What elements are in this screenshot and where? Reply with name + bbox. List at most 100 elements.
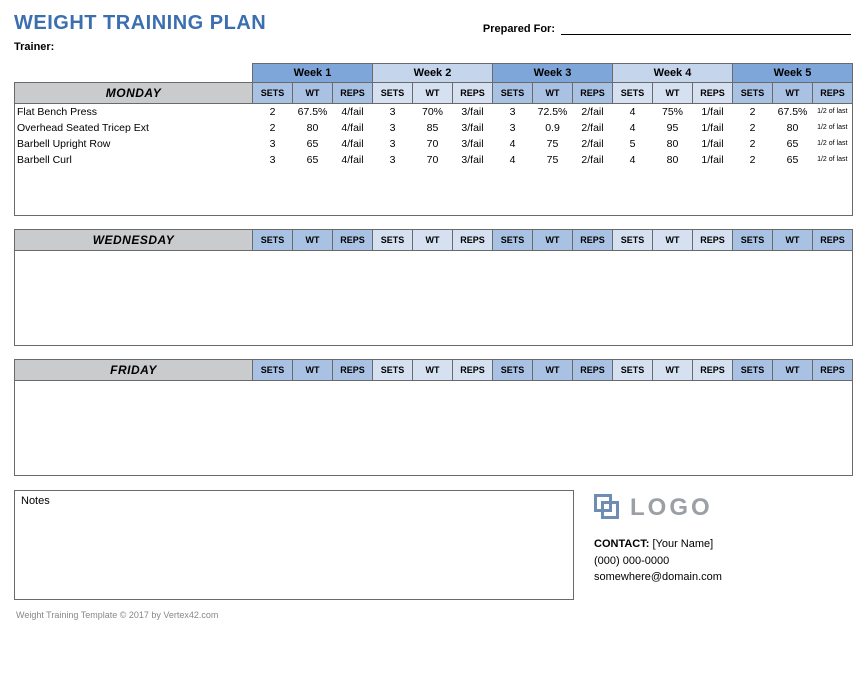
reps-cell: 3/fail — [453, 152, 493, 168]
reps-cell: 3/fail — [453, 136, 493, 152]
logo: LOGO — [594, 494, 722, 522]
monday-header-row: MONDAY SETSWTREPS SETSWTREPS SETSWTREPS … — [15, 83, 853, 104]
reps-cell: 3/fail — [453, 104, 493, 120]
sets-cell: 3 — [373, 120, 413, 136]
wt-cell: 80 — [653, 136, 693, 152]
wt-cell: 67.5% — [773, 104, 813, 120]
sets-cell: 2 — [733, 152, 773, 168]
reps-cell: 1/2 of last — [813, 120, 853, 136]
table-row — [15, 168, 853, 184]
wt-cell — [653, 184, 693, 200]
week-3-header: Week 3 — [493, 64, 613, 83]
contact-block: CONTACT: [Your Name] (000) 000-0000 some… — [594, 536, 722, 586]
wednesday-body — [15, 251, 853, 346]
table-row — [15, 200, 853, 216]
sets-cell — [373, 184, 413, 200]
week-1-header: Week 1 — [253, 64, 373, 83]
wt-cell — [653, 168, 693, 184]
page-title: WEIGHT TRAINING PLAN — [14, 12, 266, 35]
reps-cell — [573, 168, 613, 184]
reps-cell — [333, 168, 373, 184]
reps-cell — [813, 184, 853, 200]
sets-cell: 4 — [613, 152, 653, 168]
exercise-name — [15, 168, 253, 184]
wt-cell: 0.9 — [533, 120, 573, 136]
reps-cell: 1/fail — [693, 104, 733, 120]
table-row — [15, 184, 853, 200]
reps-cell: 1/2 of last — [813, 104, 853, 120]
monday-body: Flat Bench Press267.5%4/fail370%3/fail37… — [15, 104, 853, 216]
wt-cell — [293, 184, 333, 200]
contact-phone: (000) 000-0000 — [594, 553, 722, 570]
wt-cell — [413, 184, 453, 200]
wt-cell — [773, 184, 813, 200]
wt-cell: 67.5% — [293, 104, 333, 120]
sets-cell — [613, 184, 653, 200]
exercise-name: Barbell Upright Row — [15, 136, 253, 152]
sets-cell — [613, 200, 653, 216]
table-row: Barbell Upright Row3654/fail3703/fail475… — [15, 136, 853, 152]
week-4-header: Week 4 — [613, 64, 733, 83]
exercise-name: Flat Bench Press — [15, 104, 253, 120]
wt-cell — [533, 200, 573, 216]
sets-cell — [733, 200, 773, 216]
contact-email: somewhere@domain.com — [594, 569, 722, 586]
wt-cell: 75% — [653, 104, 693, 120]
prepared-line — [561, 23, 851, 35]
sets-cell: 4 — [493, 136, 533, 152]
reps-cell: 1/fail — [693, 136, 733, 152]
sets-cell — [493, 200, 533, 216]
reps-cell — [333, 200, 373, 216]
reps-cell: 4/fail — [333, 136, 373, 152]
sets-cell — [493, 184, 533, 200]
sets-cell: 4 — [613, 120, 653, 136]
reps-cell — [813, 200, 853, 216]
reps-cell — [453, 168, 493, 184]
reps-cell: 2/fail — [573, 152, 613, 168]
table-row: Overhead Seated Tricep Ext2804/fail3853/… — [15, 120, 853, 136]
sets-cell: 3 — [373, 136, 413, 152]
sets-cell — [253, 184, 293, 200]
sets-cell: 5 — [613, 136, 653, 152]
notes-box: Notes — [14, 490, 574, 600]
sets-cell: 2 — [733, 120, 773, 136]
exercise-name — [15, 184, 253, 200]
plan-table: Week 1 Week 2 Week 3 Week 4 Week 5 MONDA… — [14, 63, 853, 476]
wt-cell: 80 — [773, 120, 813, 136]
sets-cell: 3 — [253, 136, 293, 152]
prepared-for: Prepared For: — [483, 23, 851, 35]
sets-cell: 4 — [493, 152, 533, 168]
reps-cell: 4/fail — [333, 120, 373, 136]
table-row: Barbell Curl3654/fail3703/fail4752/fail4… — [15, 152, 853, 168]
wt-cell — [533, 168, 573, 184]
logo-icon — [594, 494, 622, 522]
reps-cell: 3/fail — [453, 120, 493, 136]
sets-cell — [253, 200, 293, 216]
sets-cell — [613, 168, 653, 184]
contact-name: [Your Name] — [652, 538, 713, 550]
wt-cell — [653, 200, 693, 216]
wt-cell: 70 — [413, 152, 453, 168]
sets-cell — [493, 168, 533, 184]
reps-cell: 1/2 of last — [813, 136, 853, 152]
reps-cell — [453, 200, 493, 216]
wt-cell: 65 — [773, 152, 813, 168]
friday-header-row: FRIDAY SETSWTREPS SETSWTREPS SETSWTREPS … — [15, 360, 853, 381]
sets-cell: 3 — [373, 104, 413, 120]
sets-cell — [373, 200, 413, 216]
reps-cell — [693, 184, 733, 200]
sets-cell: 2 — [253, 120, 293, 136]
wt-cell: 95 — [653, 120, 693, 136]
trainer-label: Trainer: — [14, 41, 851, 53]
logo-text: LOGO — [630, 494, 713, 522]
prepared-label: Prepared For: — [483, 23, 555, 35]
wt-cell: 75 — [533, 152, 573, 168]
sets-cell: 2 — [253, 104, 293, 120]
wt-cell — [293, 200, 333, 216]
reps-cell: 4/fail — [333, 104, 373, 120]
wt-cell: 70 — [413, 136, 453, 152]
wt-cell: 65 — [293, 136, 333, 152]
reps-cell — [573, 184, 613, 200]
contact-label: CONTACT: — [594, 538, 649, 550]
wednesday-header-row: WEDNESDAY SETSWTREPS SETSWTREPS SETSWTRE… — [15, 230, 853, 251]
